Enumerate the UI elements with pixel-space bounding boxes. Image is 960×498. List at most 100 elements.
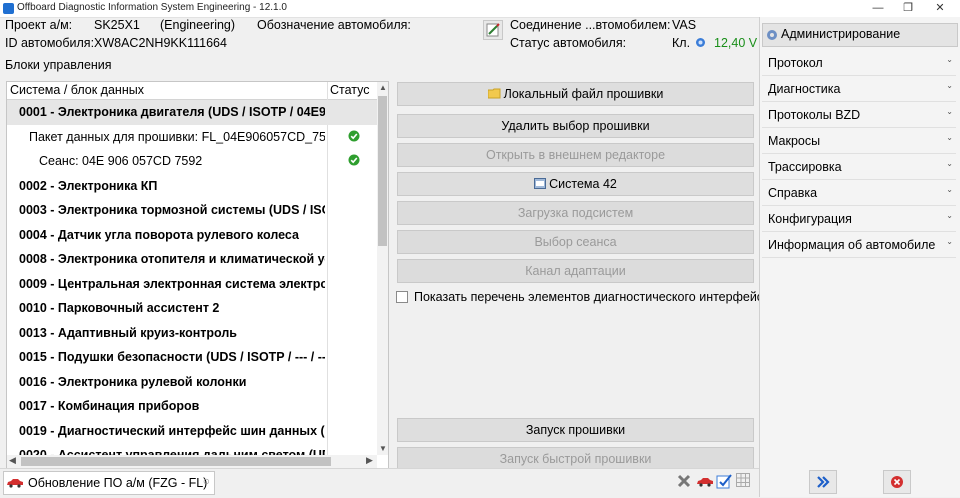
sidebar-item-label: Конфигурация: [768, 212, 852, 226]
row-text: 0003 - Электроника тормозной системы (UD…: [19, 203, 325, 217]
sidebar-item[interactable]: Макросы ⌄: [762, 128, 956, 154]
remove-flash-selection-button[interactable]: Удалить выбор прошивки: [397, 114, 754, 138]
table-row[interactable]: 0002 - Электроника КП: [7, 174, 377, 199]
system-42-button[interactable]: Система 42: [397, 172, 754, 196]
scroll-right-icon[interactable]: ▶: [366, 455, 373, 466]
row-text: 0013 - Адаптивный круиз-контроль: [19, 325, 237, 340]
administration-label: Администрирование: [781, 27, 901, 41]
table-row[interactable]: Сеанс: 04E 906 057CD 7592: [7, 149, 377, 174]
start-flash-label: Запуск прошивки: [525, 423, 626, 437]
row-text: 0015 - Подушки безопасности (UDS / ISOTP…: [19, 350, 325, 364]
row-text: 0008 - Электроника отопителя и климатиче…: [19, 252, 325, 266]
table-row[interactable]: 0017 - Комбинация приборов: [7, 394, 377, 419]
minimize-button[interactable]: —: [862, 0, 894, 17]
table-row[interactable]: 0016 - Электроника рулевой колонки: [7, 370, 377, 395]
project-mode: (Engineering): [160, 18, 236, 32]
close-window-button[interactable]: ✕: [924, 0, 956, 17]
chevron-down-icon: ⌄: [946, 159, 953, 168]
terminal-label: Кл.: [672, 36, 691, 50]
table-row[interactable]: 0013 - Адаптивный круиз-контроль: [7, 321, 377, 346]
sidebar-item-label: Диагностика: [768, 82, 841, 96]
column-header-status[interactable]: Статус: [330, 83, 370, 97]
table-row[interactable]: Пакет данных для прошивки: FL_04E906057C…: [7, 125, 377, 150]
scroll-up-icon[interactable]: ▲: [379, 83, 387, 92]
row-text: 0019 - Диагностический интерфейс шин дан…: [19, 423, 325, 438]
sidebar-item[interactable]: Трассировка ⌄: [762, 154, 956, 180]
voltage-value: 12,40 V: [714, 36, 758, 50]
horizontal-scrollbar[interactable]: ◀ ▶: [7, 455, 377, 468]
vehicle-id-value: XW8AC2NH9KK111664: [94, 36, 227, 50]
cancel-button[interactable]: [883, 470, 911, 494]
table-row[interactable]: 0001 - Электроника двигателя (UDS / ISOT…: [7, 100, 377, 125]
vertical-scrollbar[interactable]: ▲ ▼: [377, 82, 388, 455]
restore-button[interactable]: ❐: [892, 0, 924, 17]
start-flash-button[interactable]: Запуск прошивки: [397, 418, 754, 442]
chevron-down-icon: ⌄: [946, 211, 953, 220]
project-value: SK25X1: [94, 18, 140, 32]
row-text: 0009 - Центральная электронная система э…: [19, 276, 325, 291]
load-subsystems-button[interactable]: Загрузка подсистем: [397, 201, 754, 225]
chevron-down-icon: ⌄: [946, 107, 953, 116]
local-flash-file-button[interactable]: Локальный файл прошивки: [397, 82, 754, 106]
select-session-button[interactable]: Выбор сеанса: [397, 230, 754, 254]
open-external-editor-button[interactable]: Открыть в внешнем редакторе: [397, 143, 754, 167]
vehicle-id-label: ID автомобиля:: [5, 36, 95, 50]
column-header-system[interactable]: Система / блок данных: [10, 83, 144, 97]
checklist-icon[interactable]: [716, 473, 732, 489]
sidebar-item-label: Информация об автомобиле: [768, 238, 936, 252]
control-units-table[interactable]: Система / блок данных Статус 0001 - Элек…: [6, 81, 389, 469]
row-text: 0017 - Комбинация приборов: [19, 399, 200, 413]
horizontal-scroll-thumb[interactable]: [21, 457, 331, 466]
table-row[interactable]: 0010 - Парковочный ассистент 2: [7, 296, 377, 321]
vehicle-icon[interactable]: [696, 473, 714, 489]
title-bar: Offboard Diagnostic Information System E…: [0, 0, 960, 18]
administration-button[interactable]: Администрирование: [762, 23, 958, 47]
system-icon: [534, 174, 547, 196]
show-list-checkbox-label[interactable]: Показать перечень элементов диагностичес…: [414, 290, 770, 304]
sidebar-item-label: Справка: [768, 186, 818, 200]
adaptation-channel-button[interactable]: Канал адаптации: [397, 259, 754, 283]
tab-software-update[interactable]: Обновление ПО а/м (FZG - FL) ⊙: [3, 471, 215, 495]
car-icon: [6, 477, 24, 488]
scroll-left-icon[interactable]: ◀: [9, 455, 16, 466]
show-list-checkbox[interactable]: [396, 291, 408, 303]
tools-icon[interactable]: [676, 473, 692, 489]
sidebar-item[interactable]: Диагностика ⌄: [762, 76, 956, 102]
edit-designation-icon[interactable]: [483, 20, 503, 40]
check-icon: [348, 154, 360, 166]
tab-close-icon[interactable]: ⊙: [203, 477, 210, 486]
table-row[interactable]: 0003 - Электроника тормозной системы (UD…: [7, 198, 377, 223]
load-subsystems-label: Загрузка подсистем: [517, 206, 634, 220]
sidebar-item[interactable]: Протоколы BZD ⌄: [762, 102, 956, 128]
chevron-down-icon: ⌄: [946, 55, 953, 64]
chevron-down-icon: ⌄: [946, 237, 953, 246]
table-row[interactable]: 0004 - Датчик угла поворота рулевого кол…: [7, 223, 377, 248]
row-text: 0004 - Датчик угла поворота рулевого кол…: [19, 227, 299, 242]
scroll-down-icon[interactable]: ▼: [379, 444, 387, 453]
cancel-icon: [891, 476, 903, 488]
designation-label: Обозначение автомобиля:: [257, 18, 411, 32]
folder-icon: [487, 84, 501, 106]
sidebar-item[interactable]: Конфигурация ⌄: [762, 206, 956, 232]
connection-label: Соединение ...втомобилем:: [510, 18, 671, 32]
sidebar-item[interactable]: Протокол ⌄: [762, 50, 956, 76]
sidebar-item-label: Протоколы BZD: [768, 108, 861, 122]
row-text: 0001 - Электроника двигателя (UDS / ISOT…: [19, 105, 325, 119]
table-row[interactable]: 0015 - Подушки безопасности (UDS / ISOTP…: [7, 345, 377, 370]
row-text: Сеанс: 04E 906 057CD 7592: [39, 154, 203, 168]
sidebar-item-label: Трассировка: [768, 160, 842, 174]
row-text: 0010 - Парковочный ассистент 2: [19, 301, 220, 315]
table-row[interactable]: 0009 - Центральная электронная система э…: [7, 272, 377, 297]
table-row[interactable]: 0008 - Электроника отопителя и климатиче…: [7, 247, 377, 272]
select-session-label: Выбор сеанса: [534, 235, 617, 249]
check-icon: [348, 130, 360, 142]
connection-value: VAS: [672, 18, 697, 32]
vertical-scroll-thumb[interactable]: [378, 96, 387, 246]
app-icon: [3, 3, 14, 14]
sidebar-item[interactable]: Справка ⌄: [762, 180, 956, 206]
table-row[interactable]: 0019 - Диагностический интерфейс шин дан…: [7, 419, 377, 444]
sidebar-item[interactable]: Информация об автомобиле ⌄: [762, 232, 956, 258]
remove-flash-selection-label: Удалить выбор прошивки: [501, 119, 650, 133]
next-button[interactable]: [809, 470, 837, 494]
grid-icon[interactable]: [736, 473, 750, 489]
